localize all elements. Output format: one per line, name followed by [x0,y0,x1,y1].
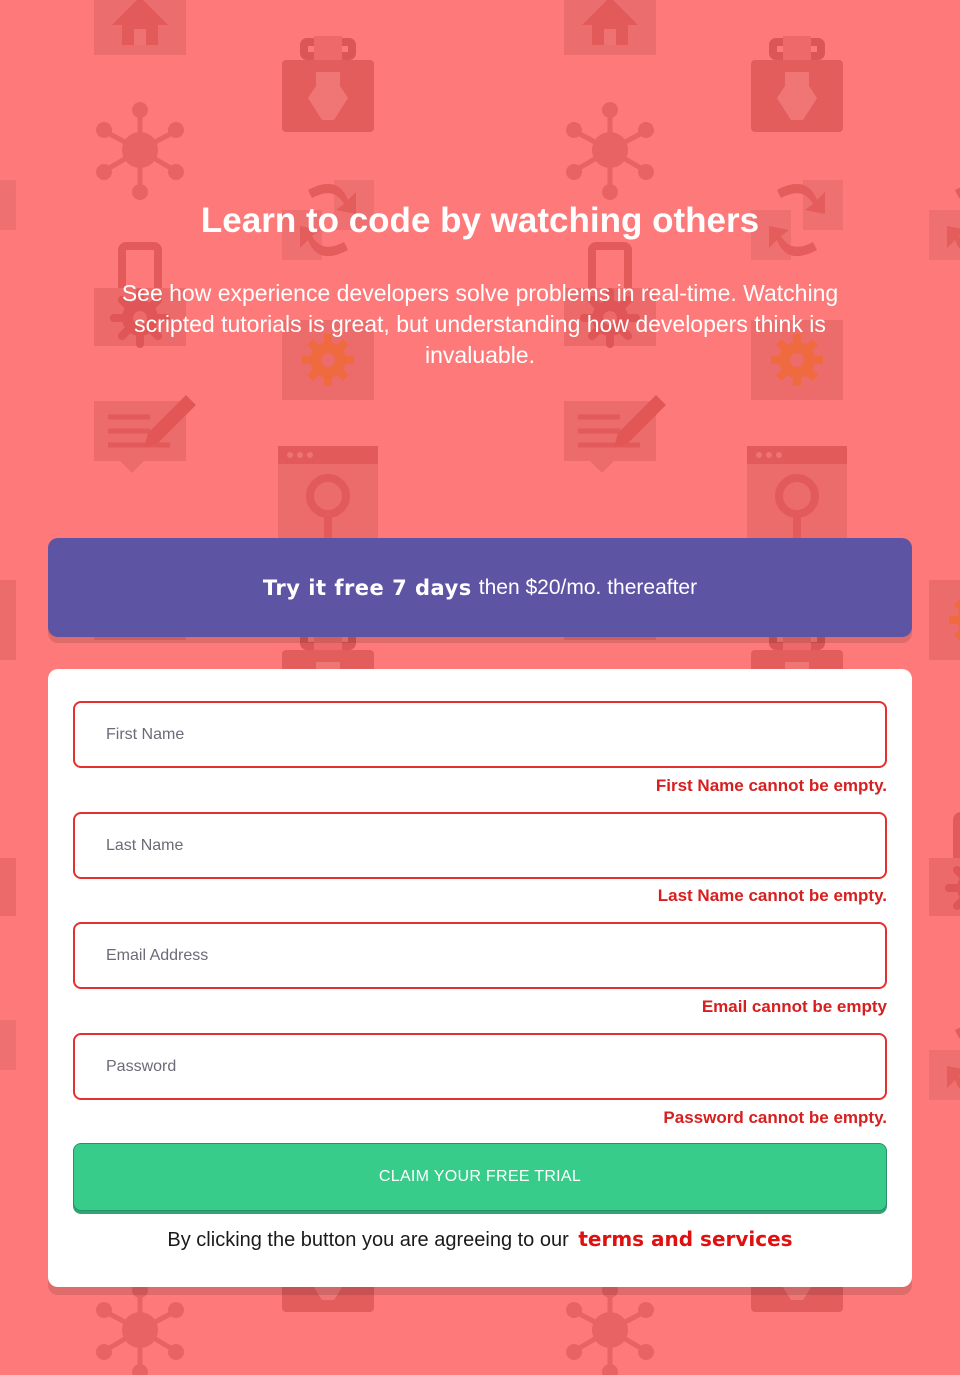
offer-bold-text: Try it free 7 days [262,575,472,600]
email-error: Email cannot be empty [701,997,887,1016]
first-name-input[interactable] [73,701,887,768]
hero-title: Learn to code by watching others [200,201,760,240]
terms-link[interactable]: terms and services [578,1227,792,1251]
first-name-field-wrapper [73,701,887,768]
password-input[interactable] [73,1033,887,1100]
offer-rest-text: then $20/mo. thereafter [478,575,698,599]
email-input[interactable] [73,922,887,989]
email-field-wrapper [73,922,887,989]
offer-banner: Try it free 7 days then $20/mo. thereaft… [48,538,912,637]
hero-description: See how experience developers solve prob… [121,280,839,368]
password-error: Password cannot be empty. [663,1108,887,1127]
terms-notice: By clicking the button you are agreeing … [48,1227,912,1252]
first-name-error: First Name cannot be empty. [655,776,887,795]
signup-form: First Name cannot be empty. Last Name ca… [48,669,912,1287]
last-name-field-wrapper [73,812,887,879]
claim-trial-button[interactable]: CLAIM YOUR FREE TRIAL [73,1143,887,1211]
terms-text: By clicking the button you are agreeing … [167,1229,569,1251]
password-field-wrapper [73,1033,887,1100]
last-name-error: Last Name cannot be empty. [657,886,887,905]
last-name-input[interactable] [73,812,887,879]
